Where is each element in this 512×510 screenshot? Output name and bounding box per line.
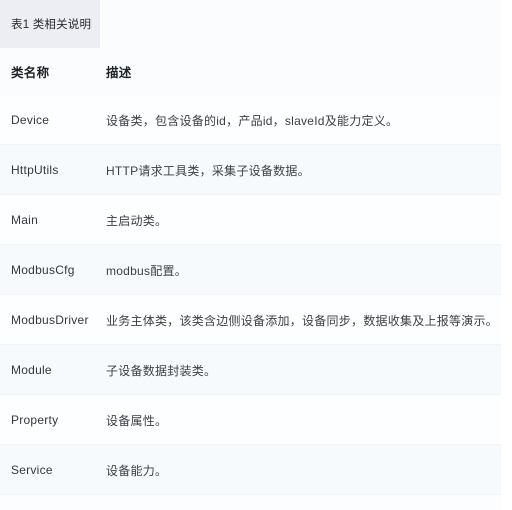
table-caption: 表1 类相关说明: [0, 0, 100, 48]
cell-class-name: ModbusCfg: [11, 263, 75, 277]
cell-description: 主启动类。: [106, 213, 168, 228]
cell-class-name: Device: [11, 113, 50, 127]
cell-class-name: Service: [11, 463, 53, 477]
table-row: ModbusCfg modbus配置。: [0, 245, 501, 295]
table-row: Property 设备属性。: [0, 395, 501, 445]
class-description-table: 表1 类相关说明 类名称 描述 Device 设备类，包含设备的id，产品id，s…: [0, 0, 501, 510]
cell-class-name: Module: [11, 363, 52, 377]
table-header-row: 类名称 描述: [0, 48, 501, 96]
cell-description: 设备能力。: [106, 463, 168, 478]
table-row: Service 设备能力。: [0, 445, 501, 495]
cell-class-name: Main: [11, 213, 39, 227]
table-caption-label: 表1 类相关说明: [11, 19, 92, 31]
caption-row-filler: [100, 0, 501, 48]
table-row: Device 设备类，包含设备的id，产品id，slaveId及能力定义。: [0, 95, 501, 145]
cell-description: 设备属性。: [106, 413, 168, 428]
cell-description: 设备类，包含设备的id，产品id，slaveId及能力定义。: [106, 113, 399, 128]
cell-class-name: Property: [11, 413, 59, 427]
cell-description: 业务主体类，该类含边侧设备添加，设备同步，数据收集及上报等演示。: [106, 313, 499, 328]
table-row: ModbusDriver 业务主体类，该类含边侧设备添加，设备同步，数据收集及上报…: [0, 295, 501, 345]
table-row: Main 主启动类。: [0, 195, 501, 245]
column-header-description: 描述: [106, 66, 132, 80]
cell-class-name: HttpUtils: [11, 163, 59, 177]
cell-class-name: ModbusDriver: [11, 313, 89, 327]
column-header-class-name: 类名称: [11, 66, 50, 80]
document-page: 表1 类相关说明 类名称 描述 Device 设备类，包含设备的id，产品id，s…: [0, 0, 512, 510]
cell-description: 子设备数据封装类。: [106, 363, 217, 378]
table-row: HttpUtils HTTP请求工具类，采集子设备数据。: [0, 145, 501, 195]
cell-description: HTTP请求工具类，采集子设备数据。: [106, 163, 310, 178]
cell-description: modbus配置。: [106, 263, 187, 278]
table-row: Module 子设备数据封装类。: [0, 345, 501, 395]
